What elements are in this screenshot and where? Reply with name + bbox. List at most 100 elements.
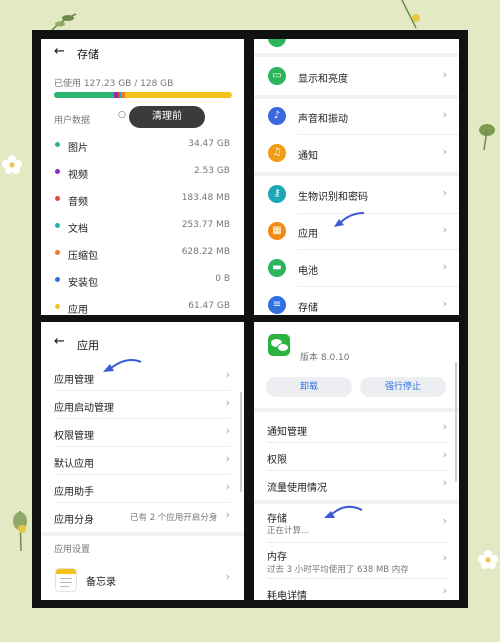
list-item[interactable]: 图片 34.47 GB bbox=[41, 131, 244, 158]
divider bbox=[254, 53, 459, 57]
app-menu-item[interactable]: 应用助手 › bbox=[41, 474, 244, 502]
settings-item-storage[interactable]: ≡ 存储 › bbox=[254, 290, 459, 315]
chevron-right-icon: › bbox=[225, 368, 230, 381]
item-label: 应用助手 bbox=[54, 487, 94, 498]
divider bbox=[254, 408, 459, 412]
force-stop-button[interactable]: 强行停止 bbox=[360, 377, 446, 397]
divider bbox=[254, 172, 459, 176]
page-title: 存储 bbox=[77, 48, 99, 61]
item-subtext: 过去 3 小时平均使用了 638 MB 内存 bbox=[267, 565, 409, 575]
item-label: 通知管理 bbox=[267, 427, 307, 438]
arrow-annotation bbox=[324, 505, 363, 518]
leaf-decoration bbox=[401, 0, 420, 29]
list-item[interactable]: 压缩包 628.22 MB bbox=[41, 239, 244, 266]
info-item-memory[interactable]: 内存 过去 3 小时平均使用了 638 MB 内存 › bbox=[254, 542, 459, 578]
list-item[interactable]: 文档 253.77 MB bbox=[41, 212, 244, 239]
settings-item-sound[interactable]: ♪ 声音和振动 › bbox=[254, 101, 459, 131]
chevron-right-icon: › bbox=[442, 514, 447, 527]
item-label: 图片 bbox=[68, 143, 88, 154]
item-label: 耗电详情 bbox=[267, 591, 307, 600]
chevron-right-icon: › bbox=[442, 476, 447, 489]
version-text: 版本 8.0.10 bbox=[300, 353, 350, 363]
item-label: 权限管理 bbox=[54, 431, 94, 442]
app-item-memo[interactable]: 备忘录 › bbox=[41, 560, 244, 600]
app-menu-item[interactable]: 权限管理 › bbox=[41, 418, 244, 446]
item-label: 应用启动管理 bbox=[54, 403, 114, 414]
scrollbar[interactable] bbox=[455, 362, 457, 482]
settings-item-display[interactable]: ▭ 显示和亮度 › bbox=[254, 61, 459, 91]
category-dot bbox=[55, 250, 60, 255]
flower-decoration bbox=[478, 550, 498, 569]
uninstall-button[interactable]: 卸载 bbox=[266, 377, 352, 397]
arrow-annotation bbox=[103, 359, 142, 372]
chevron-right-icon: › bbox=[442, 223, 447, 236]
item-label: 流量使用情况 bbox=[267, 483, 327, 494]
chevron-right-icon: › bbox=[442, 448, 447, 461]
list-item[interactable]: 视频 2.53 GB bbox=[41, 158, 244, 185]
back-icon[interactable]: ← bbox=[54, 44, 65, 59]
flower-decoration bbox=[2, 155, 22, 174]
wechat-icon bbox=[268, 334, 290, 356]
chevron-right-icon: › bbox=[442, 584, 447, 597]
settings-item-notify[interactable]: ♫ 通知 › bbox=[254, 138, 459, 168]
list-item[interactable]: 安装包 0 B bbox=[41, 266, 244, 293]
chevron-right-icon: › bbox=[225, 452, 230, 465]
item-size: 61.47 GB bbox=[188, 301, 230, 311]
divider bbox=[41, 532, 244, 536]
bar-images bbox=[54, 92, 114, 98]
item-label: 应用 bbox=[298, 229, 318, 240]
chevron-right-icon: › bbox=[225, 570, 230, 583]
item-label: 生物识别和密码 bbox=[298, 192, 368, 203]
item-label: 应用 bbox=[68, 305, 88, 315]
item-label: 默认应用 bbox=[54, 459, 94, 470]
item-label: 文档 bbox=[68, 224, 88, 235]
divider bbox=[298, 134, 459, 135]
back-icon[interactable]: ← bbox=[54, 334, 65, 349]
item-size: 34.47 GB bbox=[188, 139, 230, 149]
settings-item-biometrics[interactable]: ⚷ 生物识别和密码 › bbox=[254, 179, 459, 209]
item-size: 253.77 MB bbox=[181, 220, 230, 230]
chevron-right-icon: › bbox=[225, 424, 230, 437]
app-menu-item[interactable]: 应用分身 已有 2 个应用开启分身 › bbox=[41, 502, 244, 530]
sound-icon: ♪ bbox=[268, 107, 286, 125]
info-item-permission[interactable]: 权限 › bbox=[254, 442, 459, 470]
item-subtext: 正在计算... bbox=[267, 526, 310, 536]
info-item-notification[interactable]: 通知管理 › bbox=[254, 414, 459, 442]
storage-list: 图片 34.47 GB 视频 2.53 GB 音频 183.48 MB 文档 2… bbox=[41, 131, 244, 315]
item-size: 0 B bbox=[215, 274, 230, 284]
item-label: 声音和振动 bbox=[298, 114, 348, 125]
chevron-right-icon: › bbox=[442, 551, 447, 564]
battery-icon: ▬ bbox=[268, 259, 286, 277]
item-label: 备忘录 bbox=[86, 577, 116, 588]
divider bbox=[298, 286, 459, 287]
category-dot bbox=[55, 196, 60, 201]
item-label: 应用分身 bbox=[54, 515, 94, 526]
chevron-right-icon: › bbox=[225, 480, 230, 493]
item-label: 视频 bbox=[68, 170, 88, 181]
item-label: 安装包 bbox=[68, 278, 98, 289]
scrollbar[interactable] bbox=[240, 392, 242, 492]
info-item-data-usage[interactable]: 流量使用情况 › bbox=[254, 470, 459, 498]
info-item-power[interactable]: 耗电详情 › bbox=[254, 579, 459, 600]
chevron-right-icon: › bbox=[442, 186, 447, 199]
settings-screen: ▭ 显示和亮度 › ♪ 声音和振动 › ♫ 通知 › ⚷ 生物识别和密码 › ▦… bbox=[254, 39, 459, 315]
list-item[interactable]: 应用 61.47 GB bbox=[41, 293, 244, 315]
settings-item-battery[interactable]: ▬ 电池 › bbox=[254, 253, 459, 283]
list-item[interactable]: 音频 183.48 MB bbox=[41, 185, 244, 212]
bar-archives bbox=[122, 92, 125, 98]
clean-button[interactable]: 清理前 bbox=[129, 106, 205, 128]
app-menu-item[interactable]: 应用启动管理 › bbox=[41, 390, 244, 418]
app-menu-item[interactable]: 默认应用 › bbox=[41, 446, 244, 474]
item-size: 183.48 MB bbox=[181, 193, 230, 203]
leaf-decoration bbox=[13, 510, 27, 552]
category-dot bbox=[55, 223, 60, 228]
section-title: 应用设置 bbox=[54, 545, 91, 555]
bell-icon: ♫ bbox=[268, 144, 286, 162]
chevron-right-icon: › bbox=[225, 396, 230, 409]
chevron-right-icon: › bbox=[442, 68, 447, 81]
item-size: 2.53 GB bbox=[193, 166, 230, 176]
item-label: 电池 bbox=[298, 266, 318, 277]
item-label: 压缩包 bbox=[68, 251, 98, 262]
collage-frame: ← 存储 已使用 127.23 GB / 128 GB 用户数据 ○ 清理前 图… bbox=[32, 30, 468, 608]
item-label: 显示和亮度 bbox=[298, 74, 348, 85]
